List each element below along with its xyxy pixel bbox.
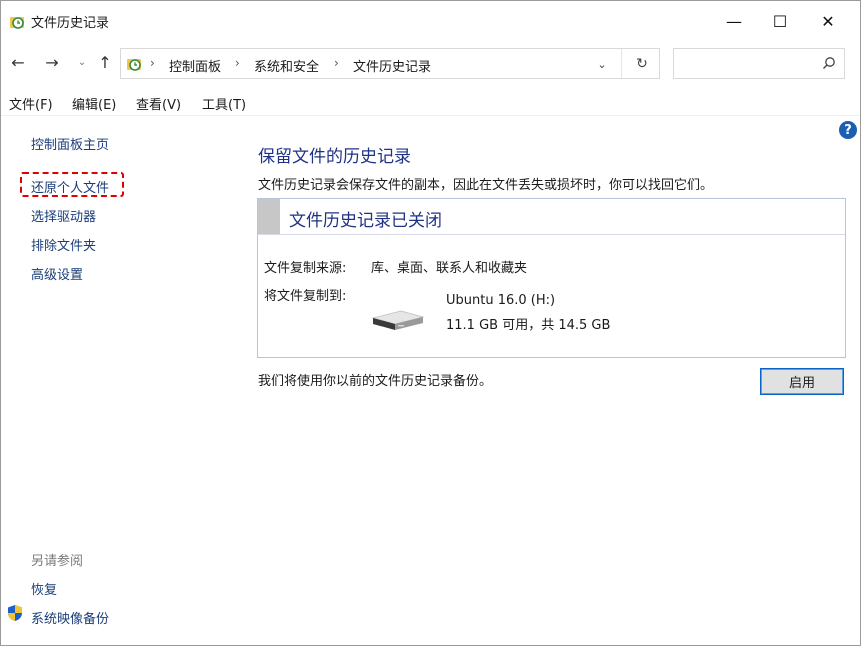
drive-space: 11.1 GB 可用，共 14.5 GB — [446, 318, 611, 333]
page-title: 保留文件的历史记录 — [258, 147, 411, 167]
copy-to-label: 将文件复制到: — [264, 289, 347, 304]
copy-from-value: 库、桌面、联系人和收藏夹 — [371, 261, 528, 276]
breadcrumb-separator-icon[interactable]: › — [235, 56, 240, 70]
sidebar-item-control-panel-home[interactable]: 控制面板主页 — [31, 134, 109, 153]
breadcrumb-control-panel[interactable]: 控制面板 — [169, 56, 221, 75]
shield-icon — [8, 605, 22, 621]
minimize-button[interactable]: — — [711, 1, 757, 41]
search-icon[interactable] — [822, 56, 836, 70]
address-divider — [621, 49, 622, 78]
page-description: 文件历史记录会保存文件的副本，因此在文件丢失或损坏时，你可以找回它们。 — [258, 178, 714, 193]
status-title: 文件历史记录已关闭 — [289, 211, 442, 231]
address-bar[interactable]: › 控制面板 › 系统和安全 › 文件历史记录 ⌄ ↻ — [120, 48, 660, 79]
enable-button[interactable]: 启用 — [760, 368, 844, 395]
drive-name: Ubuntu 16.0 (H:) — [446, 293, 556, 308]
highlight-annotation — [20, 172, 124, 197]
breadcrumb-file-history[interactable]: 文件历史记录 — [353, 56, 431, 75]
help-icon[interactable]: ? — [839, 121, 857, 139]
back-arrow-icon[interactable]: ← — [7, 51, 29, 73]
recent-locations-chevron-icon[interactable]: ⌄ — [71, 51, 93, 73]
sidebar-item-exclude-folders[interactable]: 排除文件夹 — [31, 235, 96, 254]
file-history-window: 文件历史记录 — ☐ ✕ ← → ⌄ ↑ › 控制面板 › 系统和安全 › 文件… — [0, 0, 861, 646]
menu-tools[interactable]: 工具(T) — [202, 94, 246, 113]
refresh-icon[interactable]: ↻ — [632, 54, 652, 74]
see-also-heading: 另请参阅 — [31, 554, 84, 569]
forward-arrow-icon[interactable]: → — [41, 51, 63, 73]
backup-note: 我们将使用你以前的文件历史记录备份。 — [258, 374, 493, 389]
sidebar-item-advanced-settings[interactable]: 高级设置 — [31, 264, 83, 283]
navigation-bar: ← → ⌄ ↑ › 控制面板 › 系统和安全 › 文件历史记录 ⌄ ↻ — [1, 43, 860, 83]
close-button[interactable]: ✕ — [805, 1, 851, 41]
menu-edit[interactable]: 编辑(E) — [72, 94, 116, 113]
see-also-recovery-link[interactable]: 恢复 — [31, 579, 57, 598]
sidebar-item-select-drive[interactable]: 选择驱动器 — [31, 206, 96, 225]
breadcrumb-separator-icon[interactable]: › — [150, 56, 155, 70]
copy-from-label: 文件复制来源: — [264, 261, 347, 276]
control-panel-icon — [127, 59, 141, 71]
address-dropdown-chevron-icon[interactable]: ⌄ — [593, 55, 611, 73]
status-header: 文件历史记录已关闭 — [258, 199, 845, 235]
maximize-button[interactable]: ☐ — [757, 1, 803, 41]
drive-icon — [371, 310, 425, 330]
up-arrow-icon[interactable]: ↑ — [94, 51, 116, 73]
title-bar: 文件历史记录 — ☐ ✕ — [1, 1, 860, 41]
see-also-system-image-backup-link[interactable]: 系统映像备份 — [31, 608, 109, 627]
breadcrumb-system-security[interactable]: 系统和安全 — [254, 56, 319, 75]
menu-file[interactable]: 文件(F) — [9, 94, 53, 113]
status-indicator-bar — [258, 199, 280, 234]
menu-bar: 文件(F) 编辑(E) 查看(V) 工具(T) — [1, 90, 860, 116]
search-input[interactable] — [673, 48, 845, 79]
file-history-icon — [10, 17, 24, 29]
breadcrumb-separator-icon[interactable]: › — [334, 56, 339, 70]
status-panel: 文件历史记录已关闭 文件复制来源: 库、桌面、联系人和收藏夹 将文件复制到: U… — [257, 198, 846, 358]
window-title: 文件历史记录 — [31, 16, 110, 31]
menu-view[interactable]: 查看(V) — [136, 94, 181, 113]
